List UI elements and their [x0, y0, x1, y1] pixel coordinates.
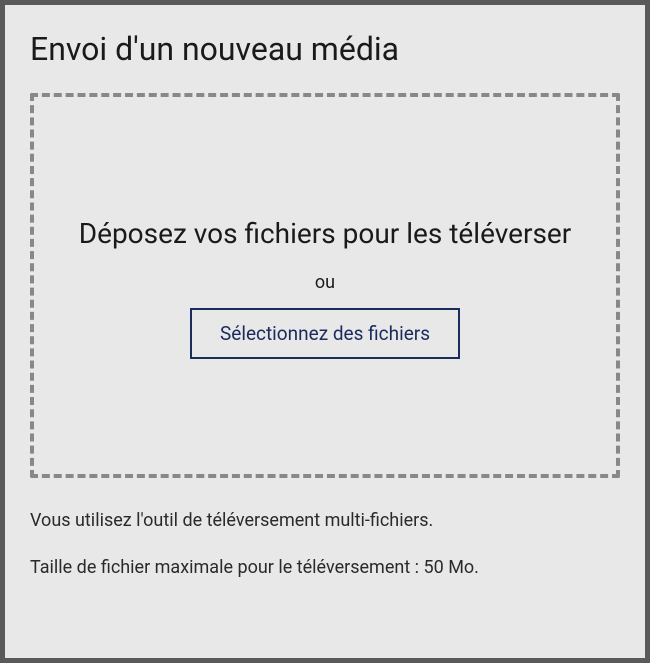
multi-file-info-text: Vous utilisez l'outil de téléversement m…	[30, 508, 620, 533]
select-files-button[interactable]: Sélectionnez des fichiers	[190, 308, 460, 359]
drop-instruction-text: Déposez vos fichiers pour les téléverser	[79, 212, 572, 257]
page-title: Envoi d'un nouveau média	[30, 30, 620, 68]
file-drop-zone[interactable]: Déposez vos fichiers pour les téléverser…	[30, 93, 620, 478]
upload-panel: Envoi d'un nouveau média Déposez vos fic…	[0, 0, 650, 663]
max-file-size-text: Taille de fichier maximale pour le télév…	[30, 555, 620, 580]
or-separator-text: ou	[315, 272, 335, 293]
